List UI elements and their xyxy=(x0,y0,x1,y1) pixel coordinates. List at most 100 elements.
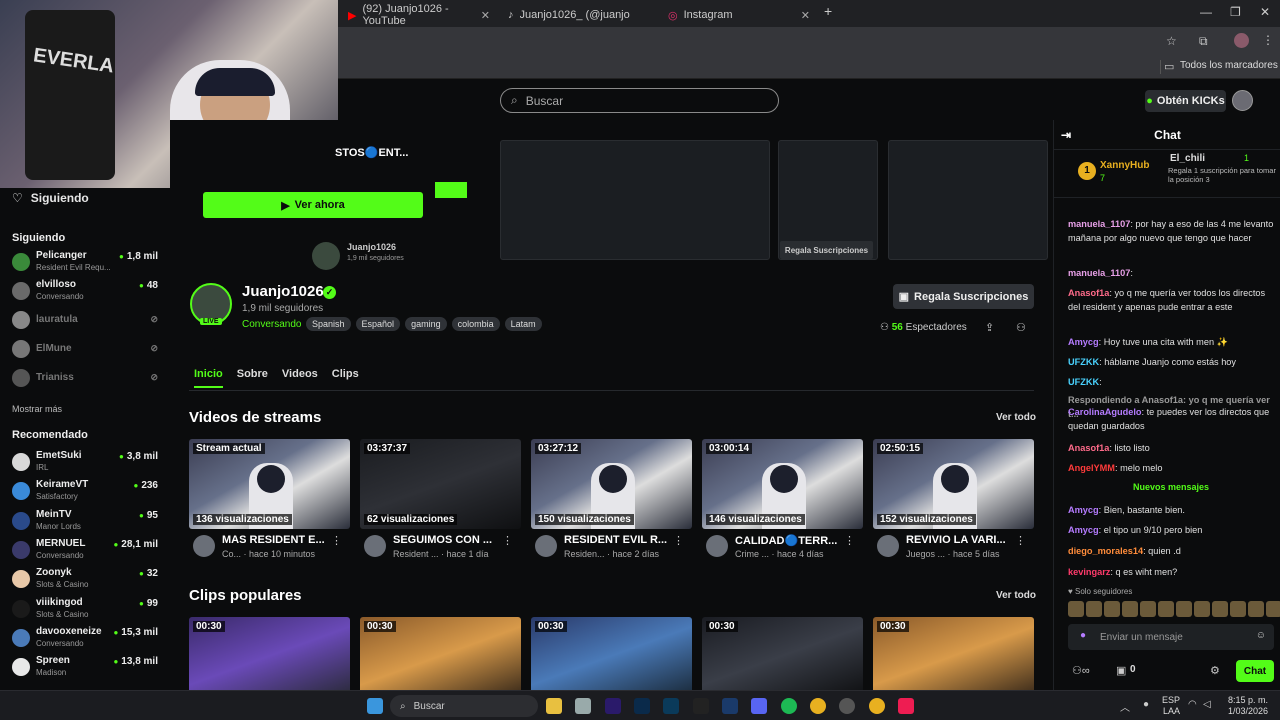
follow-icon[interactable]: ⚇ xyxy=(1016,321,1026,334)
close-icon[interactable]: ✕ xyxy=(801,9,810,22)
chat-username[interactable]: AngelYMM xyxy=(1068,463,1115,473)
video-card[interactable]: 02:50:15 152 visualizaciones REVIVIO LA VA… xyxy=(873,439,1034,559)
video-thumbnail[interactable]: 03:00:14 146 visualizaciones xyxy=(702,439,863,529)
sidebar-item-emetsuki[interactable]: EmetSuki IRL 3,8 mil xyxy=(12,450,158,476)
siguiendo-header[interactable]: ♡ Siguiendo xyxy=(0,190,170,206)
collapse-chat-icon[interactable]: ⇥ xyxy=(1061,128,1071,142)
sidebar-item-elvilloso[interactable]: elvilloso Conversando 48 xyxy=(12,279,158,305)
close-icon[interactable]: ✕ xyxy=(481,9,490,22)
emote-icon[interactable] xyxy=(1176,601,1192,617)
chat-username[interactable]: UFZKK xyxy=(1068,377,1099,387)
infinity-icon[interactable]: ⚇∞ xyxy=(1072,664,1090,677)
close-window-icon[interactable]: ✕ xyxy=(1260,5,1270,19)
chat-username[interactable]: UFZKK xyxy=(1068,357,1099,367)
video-title[interactable]: MAS RESIDENT E... xyxy=(222,534,334,546)
epic-games-icon[interactable] xyxy=(693,698,709,714)
chat-username[interactable]: CarolinaAgudelo xyxy=(1068,407,1142,417)
tag-chip[interactable]: Latam xyxy=(504,317,542,331)
sidebar-item-lauratula[interactable]: lauratula ⊘ xyxy=(12,308,158,334)
chat-username[interactable]: manuela_1107 xyxy=(1068,219,1130,229)
video-thumbnail[interactable]: 02:50:15 152 visualizaciones xyxy=(873,439,1034,529)
clock[interactable]: 8:15 p. m. 1/03/2026 xyxy=(1212,695,1268,717)
sidebar-item-keiramevt[interactable]: KeirameVTSatisfactory 236 xyxy=(12,479,158,505)
sidebar-item-viiikingod[interactable]: viiikingodSlots & Casino 99 xyxy=(12,597,158,623)
restore-icon[interactable]: ❐ xyxy=(1230,5,1241,19)
premiere-icon[interactable] xyxy=(605,698,621,714)
video-card[interactable]: Stream actual 136 visualizaciones MAS RESI… xyxy=(189,439,350,559)
user-avatar[interactable] xyxy=(1232,90,1253,111)
sidebar-item-spreen[interactable]: SpreenMadison 13,8 mil xyxy=(12,655,158,681)
new-tab-icon[interactable]: + xyxy=(824,3,832,19)
channel-category[interactable]: Conversando xyxy=(242,319,301,330)
chrome-icon[interactable] xyxy=(810,698,826,714)
get-kicks-button[interactable]: ● Obtén KICKs xyxy=(1145,90,1226,112)
emote-icon[interactable] xyxy=(1086,601,1102,617)
video-title[interactable]: RESIDENT EVIL R... xyxy=(564,534,676,546)
sidebar-item-meintv[interactable]: MeinTVManor Lords 95 xyxy=(12,509,158,535)
video-thumbnail[interactable]: 03:27:12 150 visualizaciones xyxy=(531,439,692,529)
tiktok-icon[interactable] xyxy=(898,698,914,714)
chat-input[interactable]: ● Enviar un mensaje ☺ xyxy=(1068,624,1274,650)
clip-card[interactable]: 00:30 xyxy=(702,617,863,695)
emote-icon[interactable] xyxy=(1104,601,1120,617)
sidebar-item-mernuel[interactable]: MERNUELConversando 28,1 mil xyxy=(12,538,158,564)
sidebar-item-pelicanger[interactable]: Pelicanger Resident Evil Requ... 1,8 mil xyxy=(12,250,158,276)
gift-subs-small-button[interactable]: Regala Suscripciones xyxy=(780,241,873,259)
tab-sobre[interactable]: Sobre xyxy=(237,368,268,388)
show-more-link[interactable]: Mostrar más xyxy=(12,404,62,414)
tab-inicio[interactable]: Inicio xyxy=(194,368,223,388)
clip-card[interactable]: 00:30 xyxy=(531,617,692,695)
chat-username[interactable]: Amycg xyxy=(1068,505,1099,515)
sidebar-item-zoonyk[interactable]: ZoonykSlots & Casino 32 xyxy=(12,567,158,593)
tag-chip[interactable]: Spanish xyxy=(306,317,351,331)
gift-subs-button[interactable]: ▣ Regala Suscripciones xyxy=(893,284,1034,309)
chat-username[interactable]: kevingarz xyxy=(1068,567,1110,577)
video-card[interactable]: 03:00:14 146 visualizaciones CALIDAD🔵TERR.… xyxy=(702,439,863,559)
taskbar-search[interactable]: ⌕ Buscar xyxy=(390,695,538,717)
language-indicator[interactable]: ESP LAA xyxy=(1160,695,1180,717)
sidebar-item-davooxeneize[interactable]: davooxeneizeConversando 15,3 mil xyxy=(12,626,158,652)
channel-avatar[interactable] xyxy=(364,535,386,557)
spotify-icon[interactable] xyxy=(781,698,797,714)
windows-start-icon[interactable] xyxy=(367,698,383,714)
chat-username[interactable]: Anasof1a xyxy=(1068,443,1109,453)
minimize-icon[interactable]: — xyxy=(1200,5,1212,19)
video-card[interactable]: 03:27:12 150 visualizaciones RESIDENT EVIL… xyxy=(531,439,692,559)
tab-instagram[interactable]: ◎ Instagram ✕ xyxy=(660,4,818,26)
emote-icon[interactable] xyxy=(1194,601,1210,617)
more-options-icon[interactable]: ⋮ xyxy=(331,534,342,547)
videos-see-all[interactable]: Ver todo xyxy=(996,412,1036,423)
emote-icon[interactable] xyxy=(1266,601,1280,617)
gift-box-icon[interactable]: ▣ xyxy=(1116,664,1126,677)
chat-username[interactable]: Amycg xyxy=(1068,337,1099,347)
more-options-icon[interactable]: ⋮ xyxy=(502,534,513,547)
channel-avatar[interactable] xyxy=(877,535,899,557)
chat-username[interactable]: Amycg xyxy=(1068,525,1099,535)
menu-icon[interactable]: ⋮ xyxy=(1262,33,1274,47)
video-title[interactable]: SEGUIMOS CON ... xyxy=(393,534,505,546)
chat-username[interactable]: diego_morales14 xyxy=(1068,546,1143,556)
clip-card[interactable]: 00:30 xyxy=(360,617,521,695)
discord-icon[interactable] xyxy=(751,698,767,714)
share-icon[interactable]: ⇪ xyxy=(985,321,994,334)
chrome-icon[interactable] xyxy=(869,698,885,714)
lightroom-icon[interactable] xyxy=(663,698,679,714)
video-title[interactable]: CALIDAD🔵TERR... xyxy=(735,534,847,547)
emote-icon[interactable] xyxy=(1122,601,1138,617)
photoshop-icon[interactable] xyxy=(634,698,650,714)
tab-youtube[interactable]: ▶ (92) Juanjo1026 - YouTube ✕ xyxy=(340,3,498,27)
tag-chip[interactable]: Español xyxy=(355,317,401,331)
tab-tiktok[interactable]: ♪ Juanjo1026_ (@juanjo1026_) | T xyxy=(500,4,658,26)
extensions-icon[interactable]: ⧉ xyxy=(1199,34,1208,49)
emote-icon[interactable] xyxy=(1212,601,1228,617)
send-chat-button[interactable]: Chat xyxy=(1236,660,1274,682)
app-icon[interactable] xyxy=(575,698,591,714)
sidebar-item-trianiss[interactable]: Trianiss ⊘ xyxy=(12,366,158,392)
watch-now-button[interactable]: ▶ Ver ahora xyxy=(203,192,423,218)
sidebar-item-elmune[interactable]: ElMune ⊘ xyxy=(12,337,158,363)
tab-videos[interactable]: Videos xyxy=(282,368,318,388)
clip-card[interactable]: 00:30 xyxy=(189,617,350,695)
file-explorer-icon[interactable] xyxy=(546,698,562,714)
tray-chevron-icon[interactable]: ︿ xyxy=(1120,699,1130,714)
video-thumbnail[interactable]: 03:37:37 62 visualizaciones xyxy=(360,439,521,529)
